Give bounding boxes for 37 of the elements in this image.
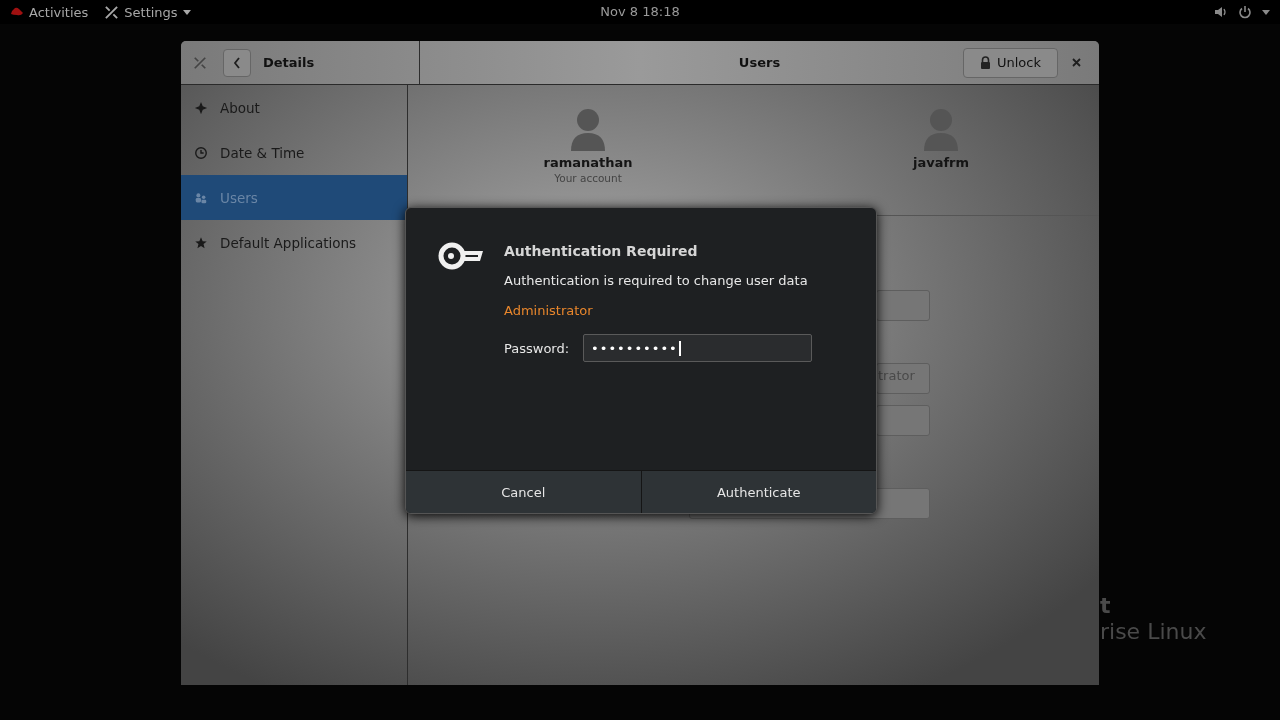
text-field[interactable]: [876, 290, 930, 321]
lock-icon: [980, 56, 991, 69]
back-button[interactable]: [223, 48, 251, 77]
hat-icon: [10, 7, 24, 17]
cancel-button[interactable]: Cancel: [406, 471, 641, 513]
power-icon[interactable]: [1238, 5, 1252, 19]
wallpaper-text: rise Linux: [1100, 619, 1207, 645]
wallpaper-text: t: [1100, 593, 1112, 619]
user-subtitle: Your account: [554, 172, 622, 184]
user-name: ramanathan: [543, 155, 633, 170]
field-background[interactable]: [876, 405, 930, 436]
sidebar-item[interactable]: Default Applications: [181, 220, 407, 265]
caret-icon: [182, 9, 191, 15]
unlock-button[interactable]: Unlock: [963, 47, 1058, 78]
activities-button[interactable]: Activities: [29, 4, 89, 20]
app-menu[interactable]: Settings: [104, 4, 191, 20]
star-icon: [194, 235, 208, 250]
key-icon: [438, 242, 484, 270]
clock-icon: [194, 145, 208, 160]
dialog-message: Authentication is required to change user data: [504, 273, 809, 288]
avatar-icon[interactable]: [568, 107, 608, 151]
chevron-icon: [233, 56, 241, 69]
caret-icon[interactable]: [1262, 9, 1270, 15]
password-label: Password:: [504, 340, 570, 356]
volume-icon[interactable]: [1214, 5, 1228, 19]
window-title: Users: [738, 55, 781, 70]
panel-title: Details: [263, 55, 315, 70]
tools-icon: [193, 55, 207, 70]
user-name: javafrm: [912, 155, 970, 170]
users-icon: [194, 190, 208, 205]
identity-label: Administrator: [504, 303, 594, 318]
clock[interactable]: Nov 8 18:18: [600, 4, 680, 19]
sparkle-icon: [194, 100, 208, 115]
password-field[interactable]: ••••••••••: [583, 334, 813, 362]
authenticate-button[interactable]: Authenticate: [640, 471, 876, 513]
tools-icon: [104, 4, 120, 20]
dialog-title: Authentication Required: [504, 243, 699, 259]
